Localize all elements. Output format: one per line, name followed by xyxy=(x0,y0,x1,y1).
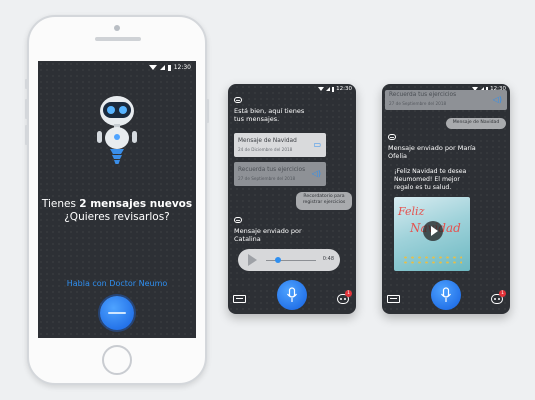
volume-up-button xyxy=(25,99,28,119)
card-title: Recuerda tus ejercicios xyxy=(238,167,306,173)
bot-message: Está bien, aquí tienes tus mensajes. xyxy=(234,107,305,123)
mute-switch xyxy=(25,79,28,89)
microphone-icon xyxy=(441,287,451,302)
signal-icon xyxy=(325,87,330,91)
wifi-icon xyxy=(148,65,157,70)
microphone-button[interactable] xyxy=(431,280,461,310)
microphone-icon xyxy=(287,287,297,302)
keyboard-icon[interactable] xyxy=(233,295,246,303)
earpiece xyxy=(95,37,141,41)
robot-mascot-icon xyxy=(97,96,137,164)
bot-avatar-icon xyxy=(234,97,242,103)
video-deco-dots xyxy=(402,255,462,265)
status-time: 12:30 xyxy=(336,86,352,92)
volume-down-button xyxy=(25,125,28,145)
battery-icon xyxy=(331,86,335,92)
messages-screen: 12:30 Está bien, aquí tienes tus mensaje… xyxy=(228,84,356,314)
home-button[interactable] xyxy=(102,345,132,375)
notification-badge: 1 xyxy=(345,290,352,297)
audio-player[interactable]: 0:48 xyxy=(238,249,340,271)
user-reply-bubble: Mensaje de Navidad xyxy=(446,118,506,129)
status-time: 12:30 xyxy=(173,64,191,71)
prompt-question: ¿Quieres revisarlos? xyxy=(64,211,170,223)
iphone-mockup: 12:30 Tienes 2 mensajes nuevos ¿Quieres … xyxy=(25,15,209,385)
wifi-icon xyxy=(317,87,324,91)
sender-line: Mensaje enviado por Catalina xyxy=(234,227,302,243)
user-reply-bubble: Recordatorio para registrar ejercicios xyxy=(296,192,352,210)
talk-button[interactable] xyxy=(100,296,134,330)
talk-to-doctor-link[interactable]: Habla con Doctor Neumo xyxy=(38,279,196,288)
sender-line: Mensaje enviado por María Ofelia xyxy=(388,144,476,160)
video-deco-text: Feliz xyxy=(398,205,425,218)
audio-icon: ◁) xyxy=(311,169,321,178)
status-bar: 12:30 xyxy=(228,84,356,94)
card-date: 27 de Septiembre del 2018 xyxy=(389,101,447,106)
voice-line-icon xyxy=(108,312,126,314)
phone-screen: 12:30 Tienes 2 mensajes nuevos ¿Quieres … xyxy=(38,61,196,338)
message-card[interactable]: Mensaje de Navidad 24 de Diciembre del 2… xyxy=(234,133,326,157)
video-icon: ▭ xyxy=(313,140,321,149)
audio-track[interactable] xyxy=(266,259,316,261)
audio-icon: ◁) xyxy=(492,95,502,104)
card-title: Recuerda tus ejercicios xyxy=(389,92,457,98)
signal-icon xyxy=(159,65,165,70)
camera-dot xyxy=(114,25,120,31)
bot-avatar-icon xyxy=(388,134,396,140)
message-text: ¡Feliz Navidad te desea Neumomed! El mej… xyxy=(394,168,467,191)
play-video-icon[interactable] xyxy=(423,221,443,241)
bot-avatar-icon xyxy=(234,217,242,223)
prompt-prefix: Tienes xyxy=(41,198,80,210)
card-date: 27 de Septiembre del 2018 xyxy=(238,176,296,181)
notification-badge: 1 xyxy=(499,290,506,297)
play-icon[interactable] xyxy=(248,254,257,266)
audio-scrubber[interactable] xyxy=(275,257,281,263)
audio-duration: 0:48 xyxy=(322,256,334,262)
status-bar: 12:30 xyxy=(38,61,196,73)
message-card[interactable]: Recuerda tus ejercicios 27 de Septiembre… xyxy=(234,162,326,186)
card-date: 24 de Diciembre del 2018 xyxy=(238,147,293,152)
keyboard-icon[interactable] xyxy=(387,295,400,303)
message-card[interactable]: Recuerda tus ejercicios 27 de Septiembre… xyxy=(385,90,507,110)
new-messages-prompt: Tienes 2 mensajes nuevos ¿Quieres revisa… xyxy=(38,198,196,224)
microphone-button[interactable] xyxy=(277,280,307,310)
card-title: Mensaje de Navidad xyxy=(238,138,297,144)
prompt-count: 2 mensajes nuevos xyxy=(79,198,193,210)
power-button xyxy=(206,99,209,123)
battery-icon xyxy=(167,64,171,71)
video-thumbnail[interactable]: Feliz Navidad xyxy=(394,197,470,271)
video-message-screen: 12:30 Recuerda tus ejercicios 27 de Sept… xyxy=(382,84,510,314)
